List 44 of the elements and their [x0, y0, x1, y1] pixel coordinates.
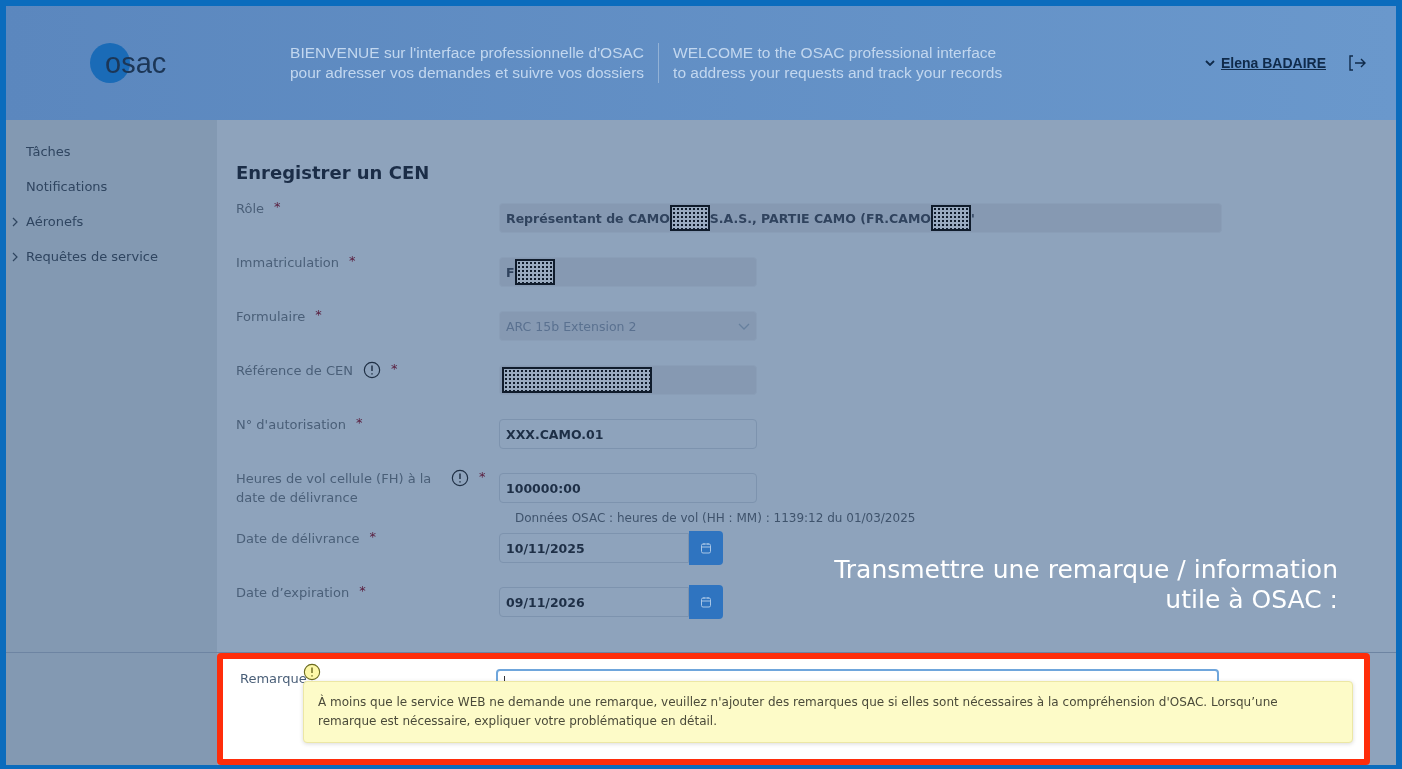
- user-link[interactable]: Elena BADAIRE: [1220, 55, 1326, 71]
- field-label: Rôle: [236, 200, 264, 218]
- info-icon[interactable]: [451, 469, 469, 487]
- sidebar-item[interactable]: Aéronefs: [26, 214, 84, 229]
- redaction-block: [669, 205, 710, 231]
- field-label: Référence de CEN: [236, 362, 353, 380]
- field-label: N° d'autorisation: [236, 416, 347, 434]
- redaction-block: [514, 259, 555, 285]
- input-field[interactable]: 09/11/2026: [499, 587, 689, 617]
- annotation-text: Transmettre une remarque / information utile à OSAC :: [833, 555, 1338, 615]
- input-field[interactable]: XXX.CAMO.01: [499, 419, 757, 449]
- required-asterisk: *: [356, 415, 363, 430]
- welcome-text: pour adresser vos demandes et suivre vos dossiers: [290, 63, 645, 83]
- welcome-text: BIENVENUE sur l'interface professionnelle d'OSAC: [290, 43, 645, 63]
- hint-text: Données OSAC : heures de vol (HH : MM) : 1139:12 du 01/03/2025: [515, 511, 916, 525]
- chevron-down-icon[interactable]: [1204, 60, 1215, 66]
- field-label: Formulaire: [236, 308, 306, 326]
- field-label: Date de délivrance: [236, 530, 360, 548]
- input-field[interactable]: 10/11/2025: [499, 533, 689, 563]
- required-asterisk: *: [349, 253, 356, 268]
- required-asterisk: *: [479, 469, 486, 484]
- input-field[interactable]: 100000:00: [499, 473, 757, 503]
- welcome-text: WELCOME to the OSAC professional interface: [673, 43, 998, 63]
- required-asterisk: *: [315, 307, 322, 322]
- chevron-right-icon[interactable]: [12, 251, 18, 262]
- field-label: Heures de vol cellule (FH) à la date de délivrance: [236, 470, 433, 507]
- required-asterisk: *: [359, 583, 366, 598]
- page-title: Enregistrer un CEN: [236, 162, 431, 183]
- calendar-icon: [700, 596, 712, 608]
- field-label: Immatriculation: [236, 254, 340, 272]
- calendar-icon: [700, 542, 712, 554]
- remark-tooltip: À moins que le service WEB ne demande une remarque, veuillez n'ajouter des remarques que si elles sont nécessaires à la compréhension d'OSAC. Lorsqu’une remarque est nécessaire, expliquer votre problématique en détail.: [303, 681, 1353, 743]
- redaction-block: [930, 205, 971, 231]
- logout-icon[interactable]: [1348, 55, 1366, 71]
- required-asterisk: *: [369, 529, 376, 544]
- required-asterisk: *: [274, 199, 281, 214]
- required-asterisk: *: [391, 361, 398, 376]
- welcome-text: to address your requests and track your records: [673, 63, 1003, 83]
- chevron-right-icon[interactable]: [12, 216, 18, 227]
- sidebar-item[interactable]: Tâches: [26, 144, 71, 159]
- sidebar-item[interactable]: Notifications: [26, 179, 108, 194]
- chevron-down-icon: [738, 322, 750, 330]
- field-label: Date d’expiration: [236, 584, 350, 602]
- sidebar-item[interactable]: Requêtes de service: [26, 249, 158, 264]
